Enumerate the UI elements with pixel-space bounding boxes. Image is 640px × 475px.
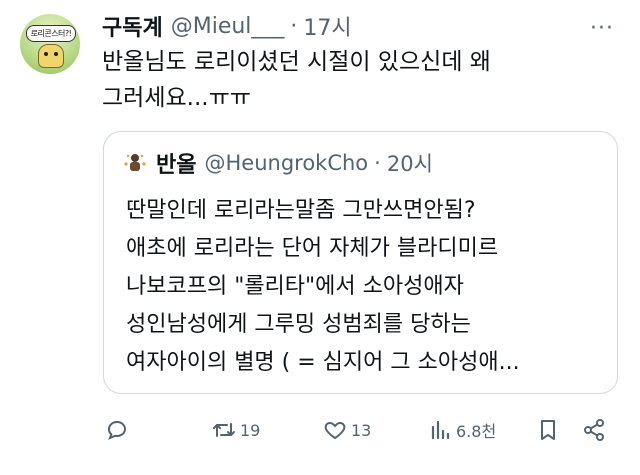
- quoted-author-name[interactable]: 반올: [156, 147, 196, 179]
- tweet[interactable]: 로리콘스터?! 구독계 @Mieul___ · 17시 ··· 반올님도 로리이…: [0, 0, 640, 475]
- like-count: 13: [351, 420, 372, 440]
- avatar-speech-bubble: 로리콘스터?!: [26, 25, 76, 42]
- more-options-icon[interactable]: ···: [590, 16, 614, 41]
- quoted-author-avatar[interactable]: [122, 150, 148, 176]
- author-name[interactable]: 구독계: [102, 10, 163, 42]
- quoted-tweet-header: 반올 @HeungrokCho · 20시: [122, 148, 433, 178]
- heart-icon: [324, 421, 346, 440]
- header-separator: ·: [290, 13, 298, 39]
- like-button[interactable]: 13: [323, 410, 371, 450]
- reply-icon: [108, 421, 126, 440]
- bookmark-icon: [541, 420, 555, 440]
- quoted-text-line: 성인남성에게 그루밍 성범죄를 당하는: [126, 312, 471, 337]
- quoted-tweet[interactable]: 반올 @HeungrokCho · 20시 딴말인데 로리라는말좀 그만쓰면안됨…: [103, 131, 618, 394]
- quoted-text-line: 나보코프의 "롤리타"에서 소아성애자: [126, 274, 464, 299]
- quoted-text-line: 여자아이의 별명 ( = 심지어 그 소아성애...: [126, 350, 520, 375]
- tweet-timestamp[interactable]: 17시: [303, 10, 351, 42]
- author-handle[interactable]: @Mieul___: [171, 14, 285, 39]
- retweet-button[interactable]: 19: [212, 410, 260, 450]
- share-icon: [584, 419, 604, 441]
- action-bar: 19 13 6.8천: [0, 410, 640, 450]
- tweet-text-line: 그러세요...ㅠㅠ: [102, 85, 251, 111]
- quoted-header-separator: ·: [374, 151, 381, 175]
- share-button[interactable]: [582, 410, 610, 450]
- quoted-text-line: 애초에 로리라는 단어 자체가 블라디미르: [126, 236, 499, 261]
- tweet-text: 반올님도 로리이셨던 시절이 있으신데 왜 그러세요...ㅠㅠ: [102, 44, 602, 116]
- views-count: 6.8천: [456, 422, 497, 441]
- quoted-tweet-timestamp[interactable]: 20시: [387, 148, 433, 178]
- retweet-icon: [213, 423, 235, 437]
- bookmark-button[interactable]: [536, 410, 564, 450]
- tweet-text-line: 반올님도 로리이셨던 시절이 있으신데 왜: [102, 49, 491, 75]
- retweet-count: 19: [240, 420, 261, 440]
- author-avatar[interactable]: 로리콘스터?!: [20, 14, 80, 74]
- quoted-author-handle[interactable]: @HeungrokCho: [204, 151, 368, 175]
- views-button[interactable]: 6.8천: [428, 410, 496, 450]
- tweet-header: 구독계 @Mieul___ · 17시: [102, 10, 352, 42]
- avatar-character: [38, 44, 64, 68]
- quoted-tweet-text: 딴말인데 로리라는말좀 그만쓰면안됨? 애초에 로리라는 단어 자체가 블라디미…: [126, 192, 606, 382]
- reply-button[interactable]: [105, 410, 133, 450]
- quoted-text-line: 딴말인데 로리라는말좀 그만쓰면안됨?: [126, 198, 476, 223]
- views-chart-icon: [431, 420, 450, 440]
